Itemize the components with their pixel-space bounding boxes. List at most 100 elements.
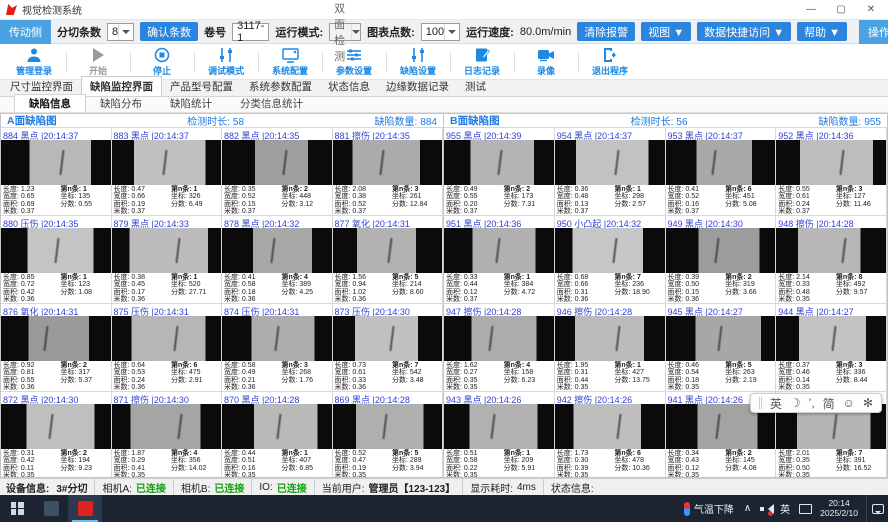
tab-sub-3[interactable]: 分类信息统计 xyxy=(226,95,317,112)
tool-param-settings[interactable]: 参数设置 xyxy=(322,44,386,79)
tool-stop[interactable]: 停止 xyxy=(130,44,194,79)
tool-admin-login[interactable]: 管理登录 xyxy=(2,44,66,79)
chart-points-value: 100 xyxy=(426,26,444,38)
defect-cell[interactable]: 942 擦伤 |20:14:26长度: 1.73宽度: 0.30面积: 0.39… xyxy=(555,392,666,477)
tool-system-config[interactable]: 系统配置 xyxy=(258,44,322,79)
defect-cell[interactable]: 871 擦伤 |20:14:30长度: 1.87宽度: 0.29面积: 0.41… xyxy=(112,392,223,477)
defect-cell[interactable]: 870 黑点 |20:14:28长度: 0.44宽度: 0.51面积: 0.16… xyxy=(222,392,333,477)
stat-score: 分数: 8.60 xyxy=(392,289,441,296)
tab-sub-0[interactable]: 缺陷信息 xyxy=(14,94,86,112)
stat-wid: 宽度: 0.52 xyxy=(668,193,726,200)
taskbar-clock[interactable]: 20:14 2025/2/10 xyxy=(820,499,858,518)
tab-sub-2[interactable]: 缺陷统计 xyxy=(156,95,226,112)
ime-language-indicator[interactable]: 英 xyxy=(780,501,790,516)
icon-toolbar: 管理登录开始停止调试模式系统配置参数设置缺陷设置日志记录录像退出程序 xyxy=(0,44,888,80)
close-button[interactable]: ✕ xyxy=(856,1,886,19)
tool-defect-settings[interactable]: 缺陷设置 xyxy=(386,44,450,79)
defect-cell[interactable]: 950 小凸起 |20:14:32长度: 0.68宽度: 0.66面积: 0.3… xyxy=(555,216,666,304)
chevron-down-icon[interactable] xyxy=(444,24,459,40)
slit-count-select[interactable]: 8 xyxy=(107,23,134,41)
defect-cell[interactable]: 946 擦伤 |20:14:28长度: 1.95宽度: 0.31面积: 0.44… xyxy=(555,304,666,392)
defect-cell[interactable]: 877 氧化 |20:14:31长度: 1.56宽度: 0.94面积: 1.02… xyxy=(333,216,444,304)
defect-cell[interactable]: 873 压伤 |20:14:30长度: 0.73宽度: 0.61面积: 0.33… xyxy=(333,304,444,392)
chevron-down-icon[interactable] xyxy=(118,24,133,40)
minimize-button[interactable]: — xyxy=(796,1,826,19)
stat-area: 面积: 0.35 xyxy=(446,377,504,384)
defect-cell[interactable]: 954 黑点 |20:14:37长度: 0.36宽度: 0.48面积: 0.13… xyxy=(555,128,666,216)
defect-cell[interactable]: 949 黑点 |20:14:30长度: 0.39宽度: 0.50面积: 0.15… xyxy=(666,216,777,304)
ime-settings-gear-icon[interactable]: ✻ xyxy=(863,396,873,410)
panel-title: B面缺陷图 xyxy=(450,113,500,128)
count-label: 缺陷数量: xyxy=(375,117,418,128)
tool-start[interactable]: 开始 xyxy=(66,44,130,79)
defect-cell[interactable]: 879 黑点 |20:14:33长度: 0.38宽度: 0.45面积: 0.17… xyxy=(112,216,223,304)
tool-exit-program[interactable]: 退出程序 xyxy=(578,44,642,79)
defect-stats: 长度: 0.39宽度: 0.50面积: 0.15米数: 0.36第n条: 2坐标… xyxy=(666,273,776,303)
defect-cell[interactable]: 953 黑点 |20:14:37长度: 0.41宽度: 0.52面积: 0.16… xyxy=(666,128,777,216)
speaker-muted-icon[interactable] xyxy=(760,504,771,514)
stat-m: 米数: 0.37 xyxy=(446,296,504,303)
confirm-count-button[interactable]: 确认条数 xyxy=(140,22,198,41)
ime-emoji-icon[interactable]: ☺ xyxy=(843,396,855,410)
defect-stats: 长度: 1.56宽度: 0.94面积: 1.02米数: 0.36第n条: 5坐标… xyxy=(333,273,443,303)
start-button[interactable] xyxy=(0,495,34,522)
chevron-down-icon[interactable] xyxy=(351,24,360,40)
tab-main-5[interactable]: 边缘数据记录 xyxy=(378,77,457,96)
tab-main-1[interactable]: 缺陷监控界面 xyxy=(81,76,162,96)
tool-debug-mode[interactable]: 调试模式 xyxy=(194,44,258,79)
stats-right-column: 第n条: 2坐标: 173分数: 7.31 xyxy=(504,186,553,215)
tab-main-4[interactable]: 状态信息 xyxy=(320,77,378,96)
tab-sub-1[interactable]: 缺陷分布 xyxy=(86,95,156,112)
defect-cell[interactable]: 880 压伤 |20:14:35长度: 0.85宽度: 0.72面积: 0.42… xyxy=(1,216,112,304)
keyboard-icon[interactable] xyxy=(799,504,812,514)
roll-number-input[interactable]: 3117-1 xyxy=(232,23,269,41)
defect-cell[interactable]: 948 擦伤 |20:14:28长度: 2.14宽度: 0.33面积: 0.48… xyxy=(776,216,887,304)
defect-cell[interactable]: 945 黑点 |20:14:27长度: 0.46宽度: 0.54面积: 0.18… xyxy=(666,304,777,392)
defect-cell[interactable]: 955 黑点 |20:14:39长度: 0.49宽度: 0.55面积: 0.20… xyxy=(444,128,555,216)
ime-english-mode[interactable]: 英 xyxy=(770,395,782,412)
defect-cell[interactable]: 878 黑点 |20:14:32长度: 0.41宽度: 0.58面积: 0.18… xyxy=(222,216,333,304)
view-menu-button[interactable]: 视图 ▼ xyxy=(641,22,691,41)
defect-cell[interactable]: 875 压伤 |20:14:31长度: 0.64宽度: 0.53面积: 0.24… xyxy=(112,304,223,392)
defect-cell[interactable]: 943 黑点 |20:14:26长度: 0.51宽度: 0.58面积: 0.22… xyxy=(444,392,555,477)
defect-cell[interactable]: 881 擦伤 |20:14:35长度: 2.08宽度: 0.38面积: 0.52… xyxy=(333,128,444,216)
stat-coord: 坐标: 427 xyxy=(614,369,663,376)
action-center-button[interactable] xyxy=(866,495,888,522)
clear-alarm-button[interactable]: 清除报警 xyxy=(577,22,635,41)
drive-side-button[interactable]: 传动侧 xyxy=(0,20,51,44)
taskbar-app-inspection[interactable] xyxy=(68,495,102,522)
stat-m: 米数: 0.36 xyxy=(335,296,393,303)
help-menu-button[interactable]: 帮助 ▼ xyxy=(797,22,847,41)
data-quick-access-button[interactable]: 数据快捷访问 ▼ xyxy=(697,22,791,41)
ime-simplified-mode[interactable]: 简 xyxy=(823,395,835,412)
ime-fullhalf-moon-icon[interactable]: ☽ xyxy=(790,396,801,410)
defect-cell[interactable]: 876 氧化 |20:14:31长度: 0.92宽度: 0.81面积: 0.55… xyxy=(1,304,112,392)
hidden-icons-chevron[interactable]: ∧ xyxy=(744,503,751,514)
tool-recording[interactable]: 录像 xyxy=(514,44,578,79)
stat-score: 分数: 3.12 xyxy=(282,201,331,208)
defect-cell[interactable]: 874 压伤 |20:14:31长度: 0.58宽度: 0.49面积: 0.21… xyxy=(222,304,333,392)
defect-mark xyxy=(615,150,620,175)
defect-cell[interactable]: 951 黑点 |20:14:36长度: 0.33宽度: 0.44面积: 0.12… xyxy=(444,216,555,304)
defect-cell[interactable]: 869 黑点 |20:14:28长度: 0.52宽度: 0.47面积: 0.19… xyxy=(333,392,444,477)
defect-cell[interactable]: 883 黑点 |20:14:37长度: 0.47宽度: 0.66面积: 0.19… xyxy=(112,128,223,216)
defect-cell[interactable]: 872 黑点 |20:14:30长度: 0.31宽度: 0.42面积: 0.11… xyxy=(1,392,112,477)
defect-cell[interactable]: 884 黑点 |20:14:37长度: 1.23宽度: 0.65面积: 0.69… xyxy=(1,128,112,216)
defect-cell[interactable]: 952 黑点 |20:14:36长度: 0.55宽度: 0.61面积: 0.24… xyxy=(776,128,887,216)
weather-text[interactable]: 气温下降 xyxy=(694,501,734,516)
ime-drag-handle[interactable] xyxy=(759,397,762,409)
chart-points-select[interactable]: 100 xyxy=(421,23,460,41)
defect-cell[interactable]: 944 黑点 |20:14:27长度: 0.37宽度: 0.46面积: 0.14… xyxy=(776,304,887,392)
tab-main-3[interactable]: 系统参数配置 xyxy=(241,77,320,96)
ime-punctuation-icon[interactable]: ’, xyxy=(809,396,815,410)
device-info-label: 设备信息: xyxy=(6,480,49,495)
defect-cell[interactable]: 947 擦伤 |20:14:28长度: 1.62宽度: 0.27面积: 0.35… xyxy=(444,304,555,392)
run-mode-select[interactable]: 双面检测 xyxy=(329,23,361,41)
taskbar-app-1[interactable] xyxy=(34,495,68,522)
maximize-button[interactable]: ▢ xyxy=(826,1,856,19)
tab-main-2[interactable]: 产品型号配置 xyxy=(162,77,241,96)
operate-side-button[interactable]: 操作侧 xyxy=(859,20,888,44)
defect-cell[interactable]: 882 黑点 |20:14:35长度: 0.35宽度: 0.52面积: 0.15… xyxy=(222,128,333,216)
tool-log-record[interactable]: 日志记录 xyxy=(450,44,514,79)
tab-main-6[interactable]: 测试 xyxy=(457,77,494,96)
